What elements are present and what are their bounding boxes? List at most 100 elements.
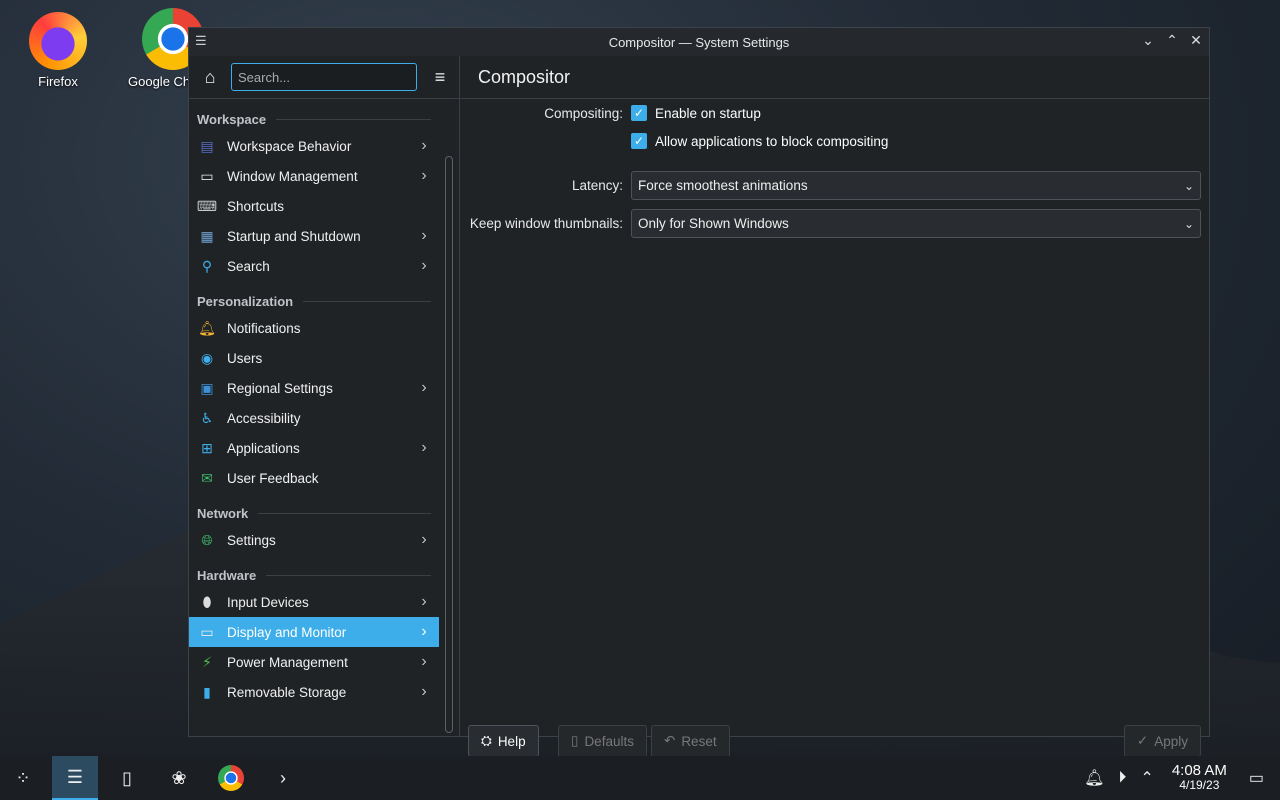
sidebar-item-label: Search [227,258,270,274]
sidebar-item-user-feedback[interactable]: ✉ User Feedback [189,463,439,493]
chevron-right-icon: › [421,137,427,154]
home-icon[interactable]: ⌂ [197,67,223,88]
close-icon[interactable]: ✕ [1189,32,1203,49]
sidebar-item-label: User Feedback [227,470,319,486]
notifications-icon[interactable]: 🔔︎ [1084,768,1104,788]
chevron-down-icon: ⌄ [1183,216,1194,231]
help-icon: ⛭ [481,733,492,748]
search-icon: ⚲ [201,257,213,274]
document-icon: ▯ [571,733,579,748]
sidebar-item-input-devices[interactable]: ⬮ Input Devices › [189,587,439,617]
app-launcher-icon[interactable]: ⁘ [0,756,46,800]
sidebar-item-label: Display and Monitor [227,624,347,640]
divider [266,575,431,576]
sidebar-item-regional-settings[interactable]: ▣ Regional Settings › [189,373,439,403]
main-panel: Compositor Compositing: ✓ Enable on star… [460,56,1209,757]
section-title: Network [197,506,249,521]
mouse-icon: ⬮ [202,593,212,610]
clock[interactable]: 4:08 AM 4/19/23 [1171,762,1227,792]
desktop-icon-firefox[interactable]: Firefox [13,12,103,89]
apply-button[interactable]: ✓ Apply [1123,725,1201,757]
search-input[interactable] [231,63,417,91]
latency-label: Latency: [571,178,623,193]
sidebar-item-display-and-monitor[interactable]: ▭ Display and Monitor › [189,617,439,647]
taskbar-discover[interactable]: ❀ [156,756,202,800]
sidebar-item-accessibility[interactable]: ♿︎ Accessibility [189,403,439,433]
sidebar-section-header: Network [189,493,439,525]
workspace-behavior-icon: ▤ [200,137,214,154]
sidebar-item-label: Settings [227,532,276,548]
chevron-right-icon: › [421,593,427,610]
show-hidden-icons-icon[interactable]: ⌃ [1140,768,1153,788]
latency-select[interactable]: Force smoothest animations ⌄ [631,171,1201,200]
desktop-icon-label: Firefox [38,74,78,89]
firefox-icon [29,12,87,70]
thumbnails-select[interactable]: Only for Shown Windows ⌄ [631,209,1201,238]
sidebar-item-search[interactable]: ⚲ Search › [189,251,439,281]
monitor-icon: ▭ [200,623,214,640]
sidebar-item-users[interactable]: ◉ Users [189,343,439,373]
taskbar-system-settings[interactable]: ☰ [52,756,98,800]
startup-icon: ▦ [200,227,214,244]
reset-label: Reset [681,733,717,749]
sidebar-section-header: Hardware [189,555,439,587]
sidebar-item-window-management[interactable]: ▭ Window Management › [189,161,439,191]
minimize-icon[interactable]: ⌄ [1141,32,1155,49]
sidebar-scrollbar[interactable] [445,156,453,733]
sidebar-item-label: Shortcuts [227,198,285,214]
check-icon: ✓ [1136,733,1149,748]
sidebar-item-label: Removable Storage [227,684,347,700]
taskbar-chrome[interactable] [208,756,254,800]
maximize-icon[interactable]: ⌃ [1165,32,1179,49]
sidebar-item-label: Users [227,350,263,366]
section-title: Workspace [197,112,267,127]
sidebar-item-label: Workspace Behavior [227,138,352,154]
enable-on-startup-checkbox[interactable]: ✓ [631,105,647,121]
sidebar-item-label: Notifications [227,320,301,336]
chevron-right-icon: › [421,167,427,184]
thumbnails-label: Keep window thumbnails: [469,216,623,231]
chevron-right-icon: › [421,257,427,274]
defaults-button[interactable]: ▯ Defaults [558,725,647,757]
sidebar-item-label: Input Devices [227,594,309,610]
section-title: Personalization [197,294,294,309]
taskbar: ⁘ ☰ ▯ ❀ › 🔔︎ ⏵ ⌃ 4:08 AM 4/19/23 ▭ [0,756,1280,800]
chevron-right-icon: › [421,683,427,700]
divider [303,301,431,302]
accessibility-icon: ♿︎ [200,409,214,426]
sidebar-item-removable-storage[interactable]: ▮ Removable Storage › [189,677,439,707]
help-button[interactable]: ⛭ Help [468,725,539,757]
media-player-icon[interactable]: ⏵ [1118,769,1126,787]
taskbar-file-manager[interactable]: ▯ [104,756,150,800]
sidebar-item-settings[interactable]: 🌐︎ Settings › [189,525,439,555]
apply-label: Apply [1154,733,1188,749]
chevron-right-icon: › [421,653,427,670]
sidebar-item-power-management[interactable]: ⚡︎ Power Management › [189,647,439,677]
compositing-label: Compositing: [544,105,623,121]
hamburger-menu-icon[interactable]: ≡ [429,67,451,88]
help-label: Help [497,733,526,749]
sidebar-item-notifications[interactable]: 🔔︎ Notifications [189,313,439,343]
sidebar: ⌂ ≡ Workspace ▤ Workspace Behavior › ▭ Window… [189,56,460,736]
taskbar-terminal[interactable]: › [260,756,306,800]
sidebar-item-workspace-behavior[interactable]: ▤ Workspace Behavior › [189,131,439,161]
show-desktop-icon[interactable]: ▭ [1249,768,1264,788]
reset-button[interactable]: ↶ Reset [651,725,730,757]
sidebar-item-label: Accessibility [227,410,301,426]
power-icon: ⚡︎ [202,653,212,670]
chevron-right-icon: › [421,379,427,396]
title-bar[interactable]: ☰ Compositor — System Settings ⌄ ⌃ ✕ [189,28,1209,56]
sidebar-item-startup-and-shutdown[interactable]: ▦ Startup and Shutdown › [189,221,439,251]
allow-block-compositing-label[interactable]: Allow applications to block compositing [655,134,888,149]
sidebar-item-applications[interactable]: ⊞ Applications › [189,433,439,463]
sidebar-item-shortcuts[interactable]: ⌨ Shortcuts [189,191,439,221]
latency-value: Force smoothest animations [638,178,808,193]
chevron-down-icon: ⌄ [1183,178,1194,193]
sidebar-item-label: Regional Settings [227,380,333,396]
settings-app-icon[interactable]: ☰ [195,33,207,49]
sidebar-section-header: Workspace [189,99,439,131]
clock-time: 4:08 AM [1171,762,1227,779]
enable-on-startup-label[interactable]: Enable on startup [655,106,761,121]
defaults-label: Defaults [584,733,634,749]
allow-block-compositing-checkbox[interactable]: ✓ [631,133,647,149]
